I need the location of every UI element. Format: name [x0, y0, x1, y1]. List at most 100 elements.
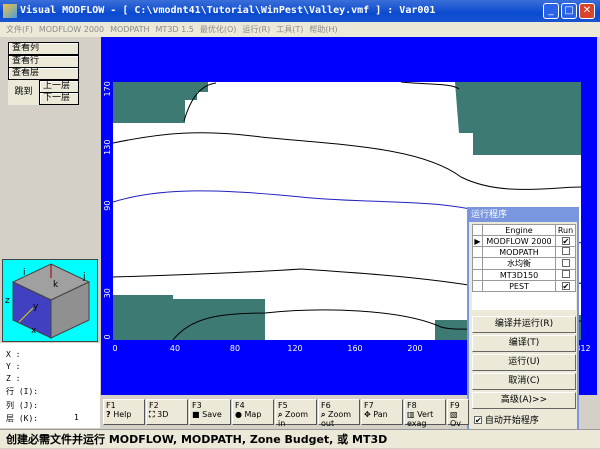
- toolbar-label: Zoom out: [321, 410, 352, 428]
- y-tick-label: 130: [103, 140, 112, 155]
- advanced-button[interactable]: 高级(A)>>: [472, 392, 576, 409]
- menu-run[interactable]: 运行(R): [242, 25, 270, 34]
- menu-optimize[interactable]: 最优化(O): [200, 25, 237, 34]
- row-indicator: [472, 269, 483, 281]
- coord-layer: 层 (K):: [6, 414, 39, 423]
- menu-modflow[interactable]: MODFLOW 2000: [39, 25, 104, 34]
- engine-row[interactable]: ▶ MODFLOW 2000 ✔: [472, 235, 576, 247]
- cube-label-j: j: [83, 272, 86, 282]
- toolbar-overlay-button[interactable]: F9▧ Ov La: [447, 399, 469, 437]
- zoom-in-icon: ⌕: [278, 410, 283, 419]
- coord-z: Z :: [6, 374, 21, 383]
- compile-run-button[interactable]: 编译并运行(R): [472, 316, 576, 333]
- function-key: F6: [321, 401, 331, 410]
- toolbar-save-button[interactable]: F3 ■ Save: [189, 399, 231, 425]
- toolbar-label: Save: [202, 410, 222, 419]
- run-checkbox[interactable]: ✔: [561, 236, 570, 245]
- engine-row[interactable]: PEST ✔: [472, 280, 576, 292]
- function-key: F3: [192, 401, 202, 410]
- x-tick-label: 40: [170, 344, 180, 353]
- view-layer-button[interactable]: 查看层: [8, 67, 79, 80]
- cube-label-i: i: [23, 268, 26, 278]
- engine-table: Engine Run ▶ MODFLOW 2000 ✔ MODPATH 水均衡 MT3D15…: [472, 224, 576, 292]
- pan-icon: ✥: [364, 410, 371, 419]
- toolbar-zoom-in-button[interactable]: F5 ⌕ Zoom in: [275, 399, 317, 428]
- cancel-button[interactable]: 取消(C): [472, 373, 576, 390]
- close-button[interactable]: ✕: [579, 3, 595, 19]
- row-indicator: ▶: [472, 235, 483, 247]
- engine-row[interactable]: 水均衡: [472, 257, 576, 270]
- y-tick-label: 30: [103, 288, 112, 298]
- minimize-button[interactable]: _: [543, 3, 559, 19]
- coord-x: X :: [6, 350, 21, 359]
- x-tick-label: 0: [112, 344, 117, 353]
- orientation-cube: i j k z y x: [2, 259, 98, 342]
- engine-name: MODFLOW 2000: [482, 235, 556, 247]
- row-indicator: [472, 280, 483, 292]
- y-axis: 0 30 90 130 170: [103, 81, 112, 339]
- auto-start-label: 自动开始程序: [484, 416, 539, 426]
- y-tick-label: 0: [103, 334, 112, 339]
- engine-name: MODPATH: [482, 246, 556, 258]
- title-bar: Visual MODFLOW - [ C:\vmodnt41\Tutorial\…: [0, 0, 600, 22]
- menu-bar: 文件(F) MODFLOW 2000 MODPATH MT3D 1.5 最优化(O) 运行…: [0, 22, 600, 37]
- function-key: F9: [450, 401, 460, 410]
- run-checkbox[interactable]: [561, 270, 570, 278]
- row-indicator: [472, 246, 483, 258]
- toolbar-globe-button[interactable]: F4 ● Map: [232, 399, 274, 425]
- save-icon: ■: [192, 410, 200, 419]
- menu-help[interactable]: 帮助(H): [309, 25, 337, 34]
- engine-name: MT3D150: [482, 269, 556, 281]
- run-checkbox[interactable]: [561, 247, 570, 255]
- view-column-button[interactable]: 查看列: [8, 42, 79, 55]
- toolbar-3d-button[interactable]: F2 ⛶ 3D: [146, 399, 188, 425]
- column-run: Run: [555, 224, 576, 236]
- menu-tools[interactable]: 工具(T): [276, 25, 303, 34]
- function-key: F7: [364, 401, 374, 410]
- layer-down-button[interactable]: 下一层: [39, 92, 79, 105]
- engine-name: PEST: [482, 280, 556, 292]
- overlay-icon: ▧: [450, 410, 458, 419]
- engine-row[interactable]: MT3D150: [472, 269, 576, 281]
- window-title: Visual MODFLOW - [ C:\vmodnt41\Tutorial\…: [20, 5, 436, 16]
- run-checkbox[interactable]: [561, 258, 570, 267]
- toolbar-label: Pan: [373, 410, 388, 419]
- function-key: F2: [149, 401, 159, 410]
- toolbar-label: Zoom in: [278, 410, 309, 428]
- auto-start-checkbox[interactable]: ✔: [474, 416, 482, 425]
- toolbar-label: Map: [244, 410, 262, 419]
- cube-label-k: k: [53, 280, 59, 290]
- maximize-button[interactable]: □: [561, 3, 577, 19]
- coord-column: 列 (J):: [6, 401, 39, 410]
- cube-label-y: y: [33, 302, 39, 312]
- menu-modpath[interactable]: MODPATH: [110, 25, 149, 34]
- toolbar-zoom-out-button[interactable]: F6 ⌕ Zoom out: [318, 399, 360, 428]
- status-bar: 创建必需文件并运行 MODFLOW, MODPATH, Zone Budget,…: [0, 429, 600, 448]
- cube-label-x: x: [31, 326, 37, 336]
- cube-label-z: z: [5, 296, 10, 306]
- toolbar-help-button[interactable]: F1? Help: [103, 399, 145, 425]
- menu-mt3d[interactable]: MT3D 1.5: [156, 25, 194, 34]
- dialog-title: 运行程序: [469, 209, 577, 222]
- run-button[interactable]: 运行(U): [472, 354, 576, 371]
- x-tick-label: 80: [230, 344, 240, 353]
- toolbar-pan-button[interactable]: F7 ✥ Pan: [361, 399, 403, 425]
- y-tick-label: 90: [103, 201, 112, 211]
- zoom-out-icon: ⌕: [321, 410, 326, 419]
- toolbar-label: 3D: [157, 410, 169, 419]
- auto-start-option[interactable]: ✔ 自动开始程序: [474, 413, 577, 426]
- y-tick-label: 170: [103, 81, 112, 96]
- engine-name: 水均衡: [482, 257, 556, 270]
- 3d-icon: ⛶: [149, 410, 155, 419]
- engine-row[interactable]: MODPATH: [472, 246, 576, 258]
- x-tick-label: 160: [347, 344, 362, 353]
- toolbar-vert-exag-button[interactable]: F8 ▥ Vert exag: [404, 399, 446, 428]
- function-key: F8: [407, 401, 417, 410]
- column-engine: Engine: [482, 224, 556, 236]
- goto-button[interactable]: 跳到: [8, 80, 39, 105]
- menu-file[interactable]: 文件(F): [6, 25, 33, 34]
- help-icon: ?: [106, 410, 111, 419]
- row-indicator: [472, 257, 483, 270]
- run-checkbox[interactable]: ✔: [561, 281, 570, 290]
- compile-button[interactable]: 编译(T): [472, 335, 576, 352]
